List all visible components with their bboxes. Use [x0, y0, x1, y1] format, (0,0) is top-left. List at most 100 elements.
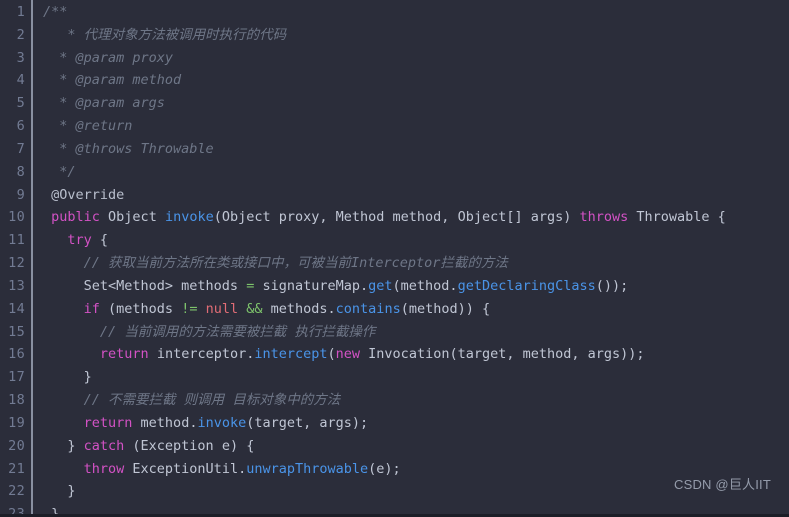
- code-token: throws: [579, 209, 629, 226]
- code-token: ());: [595, 277, 629, 294]
- code-token: }: [43, 506, 59, 514]
- line-number: 11: [8, 232, 25, 249]
- code-token: // 不需要拦截 则调用 目标对象中的方法: [43, 392, 341, 409]
- code-token: methods.: [262, 300, 336, 317]
- code-token: (e);: [368, 460, 401, 477]
- code-line[interactable]: public Object invoke(Object proxy, Metho…: [36, 206, 789, 229]
- editor-body: 1 2 3 4 5 6 7 8 9 10 11 12 13 14 15 16 17 18 19 20 21 22 23 /*…: [0, 0, 789, 514]
- line-number: 8: [16, 163, 25, 180]
- code-line[interactable]: return method.invoke(target, args);: [36, 412, 789, 435]
- line-number: 9: [16, 186, 25, 203]
- code-line[interactable]: }: [36, 366, 789, 389]
- code-token: }: [43, 483, 76, 500]
- code-token: * 代理对象方法被调用时执行的代码: [43, 26, 287, 43]
- code-line[interactable]: * @return: [36, 115, 789, 138]
- code-token: Set<Method> methods: [43, 277, 247, 294]
- code-token: throw: [83, 460, 125, 477]
- code-token: * @return: [43, 118, 133, 135]
- line-number: 16: [8, 346, 25, 363]
- code-line[interactable]: @Override: [36, 184, 789, 207]
- code-token: }: [43, 437, 84, 454]
- code-line[interactable]: // 当前调用的方法需要被拦截 执行拦截操作: [36, 321, 789, 344]
- code-line[interactable]: throw ExceptionUtil.unwrapThrowable(e);: [36, 458, 789, 481]
- code-token: try: [67, 232, 92, 249]
- code-token: intercept: [254, 346, 328, 363]
- code-token: */: [43, 163, 76, 180]
- code-token: (Exception e) {: [124, 437, 255, 454]
- code-token: invoke: [197, 414, 247, 431]
- code-token: (target, args);: [246, 414, 369, 431]
- line-number: 3: [16, 49, 25, 66]
- line-number: 5: [16, 95, 25, 112]
- code-line[interactable]: * @param method: [36, 69, 789, 92]
- code-token: Invocation(target, method, args));: [360, 346, 645, 363]
- code-token: }: [43, 369, 92, 386]
- code-line[interactable]: }: [36, 503, 789, 514]
- line-number: 17: [8, 369, 25, 386]
- code-token: method.: [132, 414, 198, 431]
- line-number: 20: [8, 437, 25, 454]
- code-token: {: [91, 232, 109, 249]
- code-line[interactable]: return interceptor.intercept(new Invocat…: [36, 343, 789, 366]
- code-token: // 获取当前方法所在类或接口中，可被当前Interceptor拦截的方法: [43, 255, 508, 272]
- code-token: Throwable {: [628, 209, 726, 226]
- line-number: 22: [8, 483, 25, 500]
- line-number: 6: [16, 118, 25, 135]
- code-token: * @param args: [43, 95, 165, 112]
- code-token: (method)) {: [400, 300, 491, 317]
- code-line[interactable]: try {: [36, 229, 789, 252]
- line-number: 4: [16, 72, 25, 89]
- code-token: if: [83, 300, 100, 317]
- code-token: !=: [181, 300, 198, 317]
- code-line[interactable]: */: [36, 161, 789, 184]
- code-token: invoke: [164, 209, 214, 226]
- line-number: 15: [8, 323, 25, 340]
- code-token: signatureMap.: [254, 277, 369, 294]
- code-line[interactable]: * @param args: [36, 92, 789, 115]
- line-number: 1: [16, 4, 25, 20]
- line-number: 10: [8, 209, 25, 226]
- code-line[interactable]: * @throws Throwable: [36, 138, 789, 161]
- code-token: /**: [43, 4, 68, 20]
- code-token: &&: [246, 300, 263, 317]
- code-line[interactable]: // 不需要拦截 则调用 目标对象中的方法: [36, 389, 789, 412]
- line-number: 14: [8, 300, 25, 317]
- code-token: (methods: [99, 300, 182, 317]
- code-line[interactable]: } catch (Exception e) {: [36, 435, 789, 458]
- code-token: contains: [335, 300, 401, 317]
- line-number: 19: [8, 414, 25, 431]
- code-line[interactable]: Set<Method> methods = signatureMap.get(m…: [36, 275, 789, 298]
- code-editor: 1 2 3 4 5 6 7 8 9 10 11 12 13 14 15 16 17 18 19 20 21 22 23 /*…: [0, 0, 789, 517]
- code-token: get: [368, 277, 393, 294]
- code-line[interactable]: }: [36, 480, 789, 503]
- code-content[interactable]: /** * 代理对象方法被调用时执行的代码 * @param proxy * @…: [36, 0, 789, 514]
- code-line[interactable]: * @param proxy: [36, 47, 789, 70]
- line-number: 7: [16, 140, 25, 157]
- code-token: null: [205, 300, 239, 317]
- code-token: @Override: [43, 186, 125, 203]
- code-token: catch: [83, 437, 125, 454]
- code-token: unwrapThrowable: [246, 460, 369, 477]
- code-token: * @param proxy: [43, 49, 174, 66]
- line-number: 2: [16, 26, 25, 43]
- code-token: new: [335, 346, 361, 363]
- line-number: 13: [8, 277, 25, 294]
- line-number: 23: [8, 506, 25, 517]
- code-line[interactable]: // 获取当前方法所在类或接口中，可被当前Interceptor拦截的方法: [36, 252, 789, 275]
- code-line[interactable]: * 代理对象方法被调用时执行的代码: [36, 24, 789, 47]
- code-line[interactable]: /**: [36, 1, 789, 24]
- code-token: Object: [99, 209, 165, 226]
- line-number: 21: [8, 460, 25, 477]
- code-token: // 当前调用的方法需要被拦截 执行拦截操作: [43, 323, 376, 340]
- gutter-divider: [31, 0, 33, 514]
- code-line[interactable]: if (methods != null && methods.contains(…: [36, 298, 789, 321]
- code-token: * @param method: [43, 72, 182, 89]
- code-token: (Object proxy, Method method, Object[] a…: [213, 209, 580, 226]
